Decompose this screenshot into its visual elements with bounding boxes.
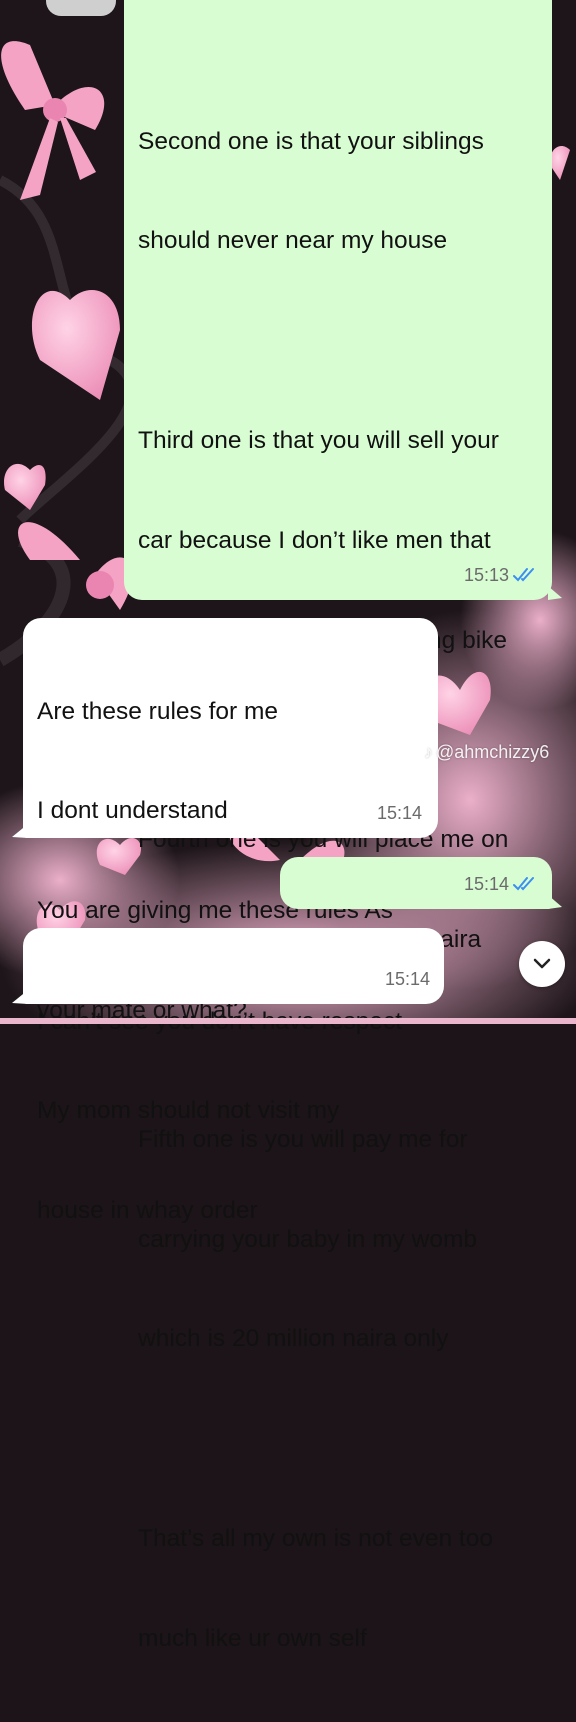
message-line: Are these rules for me — [37, 697, 279, 725]
message-bubble-outgoing[interactable]: My order na 15:14 — [280, 857, 552, 963]
message-bubble-incoming[interactable]: Are these rules for me I dont understand… — [23, 618, 438, 1224]
message-meta: 15:14 — [464, 868, 540, 901]
message-bubble-outgoing[interactable]: Second one is that your siblings should … — [124, 0, 552, 1652]
message-line: car because I don’t like men that — [138, 526, 491, 554]
read-receipt-icon — [513, 877, 534, 891]
message-line: That’s all my own is not even too — [138, 1524, 493, 1552]
message-meta: 15:14 — [377, 797, 422, 830]
scroll-to-bottom-button[interactable] — [519, 941, 565, 987]
message-meta: 15:14 — [385, 963, 430, 996]
message-time: 15:14 — [384, 968, 430, 989]
read-receipt-icon — [513, 568, 534, 582]
message-line: I dont understand — [37, 797, 228, 825]
message-line: which is 20 million naira only — [138, 1325, 449, 1353]
message-time: 15:14 — [463, 873, 509, 894]
message-bubble-incoming[interactable]: I can’t see you don’t have respect 15:14 — [23, 928, 444, 1035]
message-line: should never near my house — [138, 227, 448, 255]
message-line: Second one is that your siblings — [138, 127, 484, 155]
message-time: 15:13 — [463, 564, 509, 585]
message-line: house in whay order — [37, 1197, 258, 1225]
message-line: much like ur own self — [138, 1624, 367, 1652]
tiktok-icon: ♪ — [424, 742, 433, 762]
message-meta: 15:13 — [464, 559, 540, 592]
bottom-strip — [0, 1018, 576, 1024]
watermark-handle: @ahmchizzy6 — [436, 742, 550, 762]
tiktok-watermark: ♪ @ahmchizzy6 — [424, 742, 549, 763]
bubble-tail-incoming — [12, 824, 28, 838]
bubble-tail-incoming — [12, 990, 28, 1004]
chevron-down-icon — [533, 958, 551, 969]
bubble-tail-outgoing — [548, 895, 562, 909]
bubble-tail-outgoing — [548, 586, 562, 600]
top-header-chip-left — [46, 0, 116, 16]
message-line: Third one is that you will sell your — [138, 426, 499, 454]
message-time: 15:14 — [376, 802, 422, 823]
